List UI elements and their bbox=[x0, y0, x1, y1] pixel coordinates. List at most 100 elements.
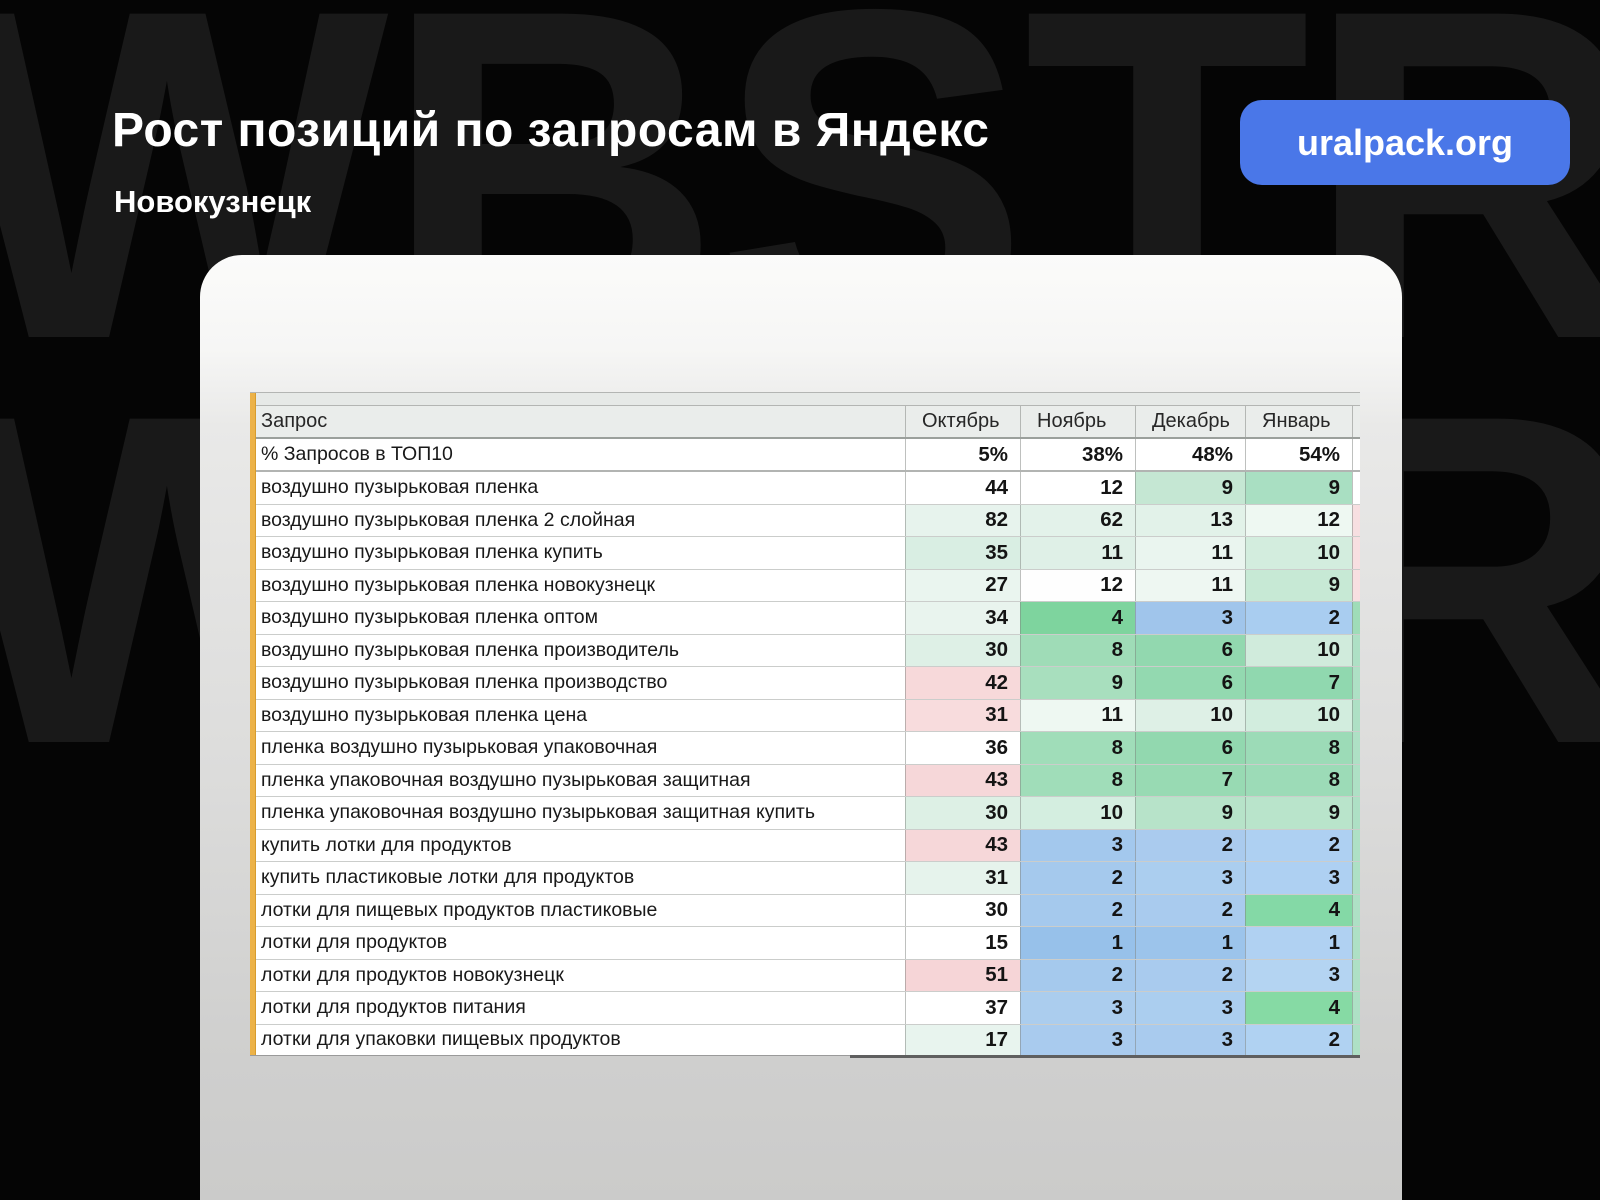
position-cell: 7 bbox=[1135, 765, 1245, 797]
position-cell: 43 bbox=[905, 830, 1020, 862]
position-cell: 3 bbox=[1245, 960, 1352, 992]
position-cell: 1 bbox=[1245, 927, 1352, 959]
position-cell: 30 bbox=[905, 635, 1020, 667]
position-cell: 8 bbox=[1245, 765, 1352, 797]
table-row: воздушно пузырьковая пленка производител… bbox=[250, 635, 1360, 668]
table-row: воздушно пузырьковая пленка цена31111010 bbox=[250, 700, 1360, 733]
position-cell: 35 bbox=[905, 537, 1020, 569]
position-cell: 11 bbox=[1020, 537, 1135, 569]
position-cell: 9 bbox=[1245, 472, 1352, 504]
excel-selection-strip bbox=[250, 393, 256, 1055]
position-cell: 10 bbox=[1135, 700, 1245, 732]
position-cell: 12 bbox=[1020, 472, 1135, 504]
position-cell: 9 bbox=[1020, 667, 1135, 699]
position-cell: 10 bbox=[1020, 797, 1135, 829]
table-row: лотки для продуктов питания37334 bbox=[250, 992, 1360, 1025]
summary-value-january: 54% bbox=[1245, 439, 1352, 470]
table-row: воздушно пузырьковая пленка купить351111… bbox=[250, 537, 1360, 570]
position-cell: 7 bbox=[1245, 667, 1352, 699]
position-cell: 43 bbox=[905, 765, 1020, 797]
next-column-sliver bbox=[1352, 406, 1360, 437]
position-cell: 12 bbox=[1020, 570, 1135, 602]
table-row: лотки для пищевых продуктов пластиковые3… bbox=[250, 895, 1360, 928]
position-cell: 2 bbox=[1245, 1025, 1352, 1055]
column-header-query: Запрос bbox=[250, 406, 905, 437]
next-column-sliver bbox=[1352, 667, 1360, 699]
position-cell: 42 bbox=[905, 667, 1020, 699]
position-cell: 2 bbox=[1020, 862, 1135, 894]
next-column-sliver bbox=[1352, 830, 1360, 862]
table-row: купить пластиковые лотки для продуктов31… bbox=[250, 862, 1360, 895]
next-column-sliver bbox=[1352, 439, 1360, 470]
position-cell: 8 bbox=[1020, 635, 1135, 667]
summary-value-november: 38% bbox=[1020, 439, 1135, 470]
column-header-january: Январь bbox=[1245, 406, 1352, 437]
summary-row: % Запросов в ТОП10 5% 38% 48% 54% bbox=[250, 439, 1360, 472]
next-column-sliver bbox=[1352, 960, 1360, 992]
query-cell: воздушно пузырьковая пленка цена bbox=[250, 700, 905, 732]
next-column-sliver bbox=[1352, 505, 1360, 537]
query-cell: воздушно пузырьковая пленка купить bbox=[250, 537, 905, 569]
table-row: воздушно пузырьковая пленка оптом34432 bbox=[250, 602, 1360, 635]
position-cell: 2 bbox=[1135, 830, 1245, 862]
position-cell: 3 bbox=[1245, 862, 1352, 894]
position-cell: 31 bbox=[905, 862, 1020, 894]
position-cell: 10 bbox=[1245, 537, 1352, 569]
position-cell: 6 bbox=[1135, 635, 1245, 667]
query-cell: воздушно пузырьковая пленка bbox=[250, 472, 905, 504]
position-cell: 36 bbox=[905, 732, 1020, 764]
position-cell: 82 bbox=[905, 505, 1020, 537]
position-cell: 1 bbox=[1020, 927, 1135, 959]
position-cell: 9 bbox=[1135, 472, 1245, 504]
table-row: купить лотки для продуктов43322 bbox=[250, 830, 1360, 863]
position-cell: 30 bbox=[905, 895, 1020, 927]
position-cell: 8 bbox=[1020, 765, 1135, 797]
table-row: пленка упаковочная воздушно пузырьковая … bbox=[250, 765, 1360, 798]
query-cell: лотки для продуктов новокузнецк bbox=[250, 960, 905, 992]
position-cell: 62 bbox=[1020, 505, 1135, 537]
position-cell: 10 bbox=[1245, 635, 1352, 667]
position-cell: 11 bbox=[1135, 537, 1245, 569]
position-cell: 3 bbox=[1135, 1025, 1245, 1055]
query-cell: воздушно пузырьковая пленка новокузнецк bbox=[250, 570, 905, 602]
position-cell: 6 bbox=[1135, 667, 1245, 699]
position-cell: 27 bbox=[905, 570, 1020, 602]
position-cell: 9 bbox=[1135, 797, 1245, 829]
position-cell: 3 bbox=[1135, 862, 1245, 894]
table-body: воздушно пузырьковая пленка441299воздушн… bbox=[250, 472, 1360, 1055]
position-cell: 11 bbox=[1135, 570, 1245, 602]
query-cell: воздушно пузырьковая пленка 2 слойная bbox=[250, 505, 905, 537]
site-badge[interactable]: uralpack.org bbox=[1240, 100, 1570, 185]
next-column-sliver bbox=[1352, 1025, 1360, 1055]
position-cell: 2 bbox=[1245, 602, 1352, 634]
site-badge-label: uralpack.org bbox=[1297, 122, 1513, 164]
position-cell: 2 bbox=[1245, 830, 1352, 862]
position-cell: 17 bbox=[905, 1025, 1020, 1055]
query-cell: воздушно пузырьковая пленка производител… bbox=[250, 635, 905, 667]
query-cell: воздушно пузырьковая пленка оптом bbox=[250, 602, 905, 634]
position-cell: 31 bbox=[905, 700, 1020, 732]
column-header-october: Октябрь bbox=[905, 406, 1020, 437]
position-cell: 3 bbox=[1020, 1025, 1135, 1055]
page-subtitle: Новокузнецк bbox=[114, 184, 311, 220]
position-cell: 15 bbox=[905, 927, 1020, 959]
next-column-sliver bbox=[1352, 635, 1360, 667]
position-cell: 4 bbox=[1020, 602, 1135, 634]
query-cell: лотки для упаковки пищевых продуктов bbox=[250, 1025, 905, 1055]
query-cell: купить лотки для продуктов bbox=[250, 830, 905, 862]
position-cell: 2 bbox=[1020, 960, 1135, 992]
slide: WBSTR WBSTR Рост позиций по запросам в Я… bbox=[0, 0, 1600, 1200]
summary-value-december: 48% bbox=[1135, 439, 1245, 470]
next-column-sliver bbox=[1352, 927, 1360, 959]
table-row: лотки для продуктов15111 bbox=[250, 927, 1360, 960]
position-cell: 30 bbox=[905, 797, 1020, 829]
table-row: лотки для продуктов новокузнецк51223 bbox=[250, 960, 1360, 993]
table-row: пленка упаковочная воздушно пузырьковая … bbox=[250, 797, 1360, 830]
table-row: пленка воздушно пузырьковая упаковочная3… bbox=[250, 732, 1360, 765]
next-column-sliver bbox=[1352, 765, 1360, 797]
table-row: воздушно пузырьковая пленка новокузнецк2… bbox=[250, 570, 1360, 603]
position-cell: 3 bbox=[1020, 992, 1135, 1024]
position-cell: 34 bbox=[905, 602, 1020, 634]
position-cell: 2 bbox=[1135, 960, 1245, 992]
table-row: воздушно пузырьковая пленка441299 bbox=[250, 472, 1360, 505]
